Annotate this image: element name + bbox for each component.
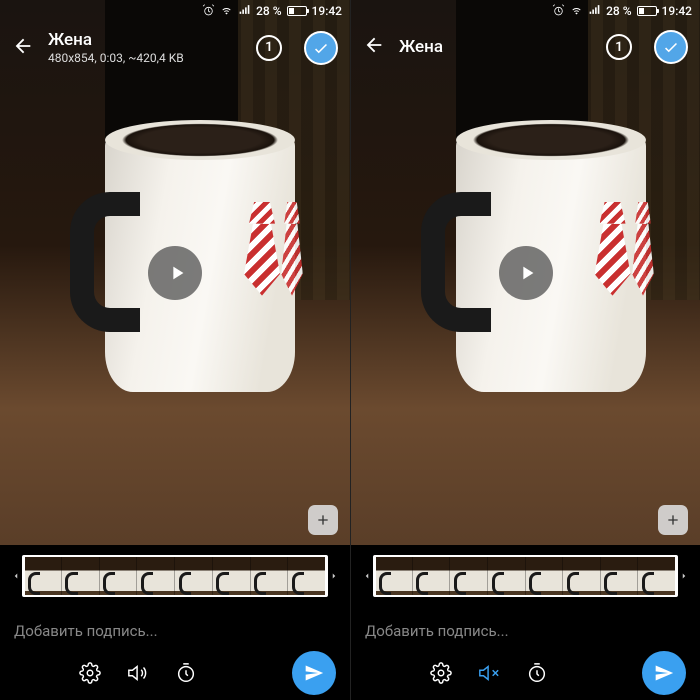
title-block: Жена xyxy=(399,37,592,57)
video-trim-timeline[interactable] xyxy=(351,552,700,600)
timeline-track[interactable] xyxy=(22,555,328,597)
status-bar: 28 % 19:42 xyxy=(351,0,700,22)
timeline-thumb xyxy=(137,557,175,595)
battery-percent: 28 % xyxy=(606,4,631,18)
media-info: 480x854, 0:03, ~420,4 KB xyxy=(48,51,242,65)
battery-icon xyxy=(637,6,657,16)
clock-text: 19:42 xyxy=(662,4,692,18)
gear-icon[interactable] xyxy=(429,661,453,685)
gear-icon[interactable] xyxy=(78,661,102,685)
back-button[interactable] xyxy=(363,34,385,60)
timeline-thumb xyxy=(24,557,62,595)
signal-icon xyxy=(588,3,601,19)
timeline-thumb xyxy=(375,557,413,595)
chevron-right-icon xyxy=(678,569,690,583)
chevron-left-icon xyxy=(361,569,373,583)
wifi-icon xyxy=(570,3,583,19)
timeline-thumb xyxy=(450,557,488,595)
header: Жена 480x854, 0:03, ~420,4 KB 1 xyxy=(0,22,350,73)
bottom-toolbar xyxy=(351,646,700,700)
timer-icon[interactable] xyxy=(174,661,198,685)
timer-icon[interactable] xyxy=(525,661,549,685)
signal-icon xyxy=(238,3,251,19)
send-button[interactable] xyxy=(642,651,686,695)
video-trim-timeline[interactable] xyxy=(0,552,350,600)
battery-percent: 28 % xyxy=(256,4,281,18)
timeline-thumb xyxy=(288,557,326,595)
selection-count[interactable]: 1 xyxy=(256,35,282,61)
chevron-right-icon xyxy=(328,569,340,583)
timeline-thumb xyxy=(251,557,289,595)
send-button[interactable] xyxy=(292,651,336,695)
clock-text: 19:42 xyxy=(312,4,342,18)
video-preview[interactable] xyxy=(351,0,700,545)
timeline-thumb xyxy=(638,557,676,595)
timeline-thumb xyxy=(213,557,251,595)
timeline-thumb xyxy=(100,557,138,595)
status-bar: 28 % 19:42 xyxy=(0,0,350,22)
video-preview[interactable] xyxy=(0,0,350,545)
play-button[interactable] xyxy=(148,246,202,300)
trim-handle-start[interactable] xyxy=(23,555,25,597)
trim-handle-end[interactable] xyxy=(675,555,677,597)
alarm-icon xyxy=(202,3,215,19)
caption-input[interactable]: Добавить подпись... xyxy=(14,622,336,640)
title-block: Жена 480x854, 0:03, ~420,4 KB xyxy=(48,30,242,65)
battery-icon xyxy=(287,6,307,16)
chevron-left-icon xyxy=(10,569,22,583)
add-media-button[interactable] xyxy=(308,505,338,535)
trim-handle-start[interactable] xyxy=(374,555,376,597)
speaker-icon[interactable] xyxy=(126,661,150,685)
timeline-track[interactable] xyxy=(373,555,678,597)
timeline-thumb xyxy=(62,557,100,595)
bottom-toolbar xyxy=(0,646,350,700)
timeline-thumb xyxy=(175,557,213,595)
confirm-check-button[interactable] xyxy=(654,30,688,64)
recipient-name: Жена xyxy=(399,37,592,57)
timeline-thumb xyxy=(563,557,601,595)
selection-count[interactable]: 1 xyxy=(606,34,632,60)
recipient-name: Жена xyxy=(48,30,242,50)
timeline-thumb xyxy=(413,557,451,595)
timeline-thumb xyxy=(488,557,526,595)
speaker-muted-icon[interactable] xyxy=(477,661,501,685)
wifi-icon xyxy=(220,3,233,19)
alarm-icon xyxy=(552,3,565,19)
play-button[interactable] xyxy=(499,246,553,300)
screen-left: 28 % 19:42 Жена 480x854, 0:03, ~420,4 KB… xyxy=(0,0,350,700)
timeline-thumb xyxy=(601,557,639,595)
back-button[interactable] xyxy=(12,35,34,61)
trim-handle-end[interactable] xyxy=(325,555,327,597)
header: Жена 1 xyxy=(351,22,700,72)
confirm-check-button[interactable] xyxy=(304,31,338,65)
caption-input[interactable]: Добавить подпись... xyxy=(365,622,686,640)
timeline-thumb xyxy=(526,557,564,595)
add-media-button[interactable] xyxy=(658,505,688,535)
screen-right: 28 % 19:42 Жена 1 xyxy=(350,0,700,700)
